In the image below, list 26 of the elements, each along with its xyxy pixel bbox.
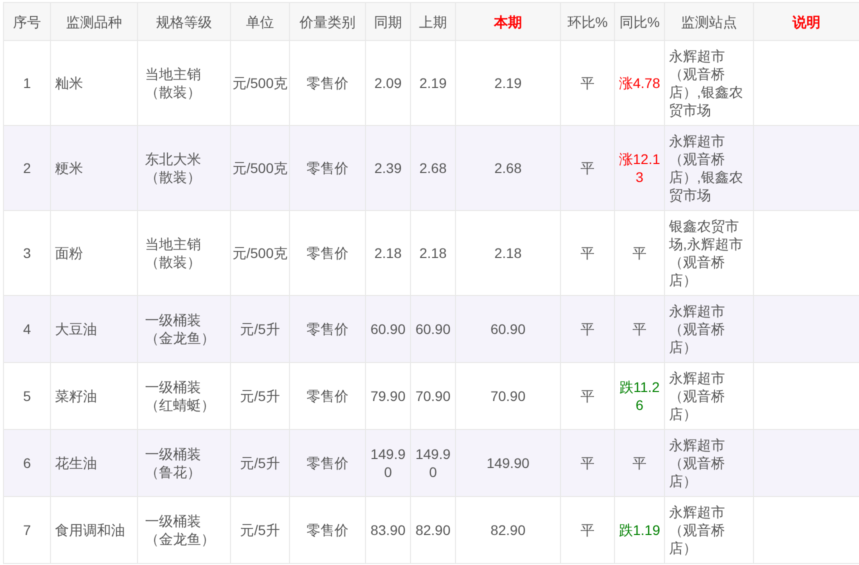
column-header: 同期 [374,14,402,30]
column-header: 监测站点 [681,14,737,30]
table-cell: 永辉超市（观音桥店） [664,496,754,564]
table-cell: 82.90 [410,496,456,564]
index-cell: 2 [4,126,50,210]
column-header: 同比% [619,14,660,30]
table-cell: 零售价 [290,496,366,564]
column-header: 监测品种 [66,14,122,30]
column-header: 序号 [13,14,41,30]
table-cell: 一级桶装（金龙鱼） [138,496,230,564]
table-cell: 跌1.19 [614,496,664,564]
column-header: 说明 [792,14,820,30]
table-cell: 82.90 [456,496,560,564]
column-header: 单位 [246,14,274,30]
column-header: 规格等级 [156,14,212,30]
table-cell: 食用调和油 [50,496,138,564]
table-cell: 平 [560,496,614,564]
index-cell: 3 [4,210,50,296]
column-header: 本期 [494,14,522,30]
table-cell: 元/5升 [230,496,290,564]
index-cell: 7 [4,496,50,564]
table-cell: 83.90 [366,496,410,564]
index-cell: 1 [4,40,50,126]
column-header: 上期 [419,14,447,30]
column-header: 环比% [567,14,608,30]
column-header: 价量类别 [300,14,356,30]
